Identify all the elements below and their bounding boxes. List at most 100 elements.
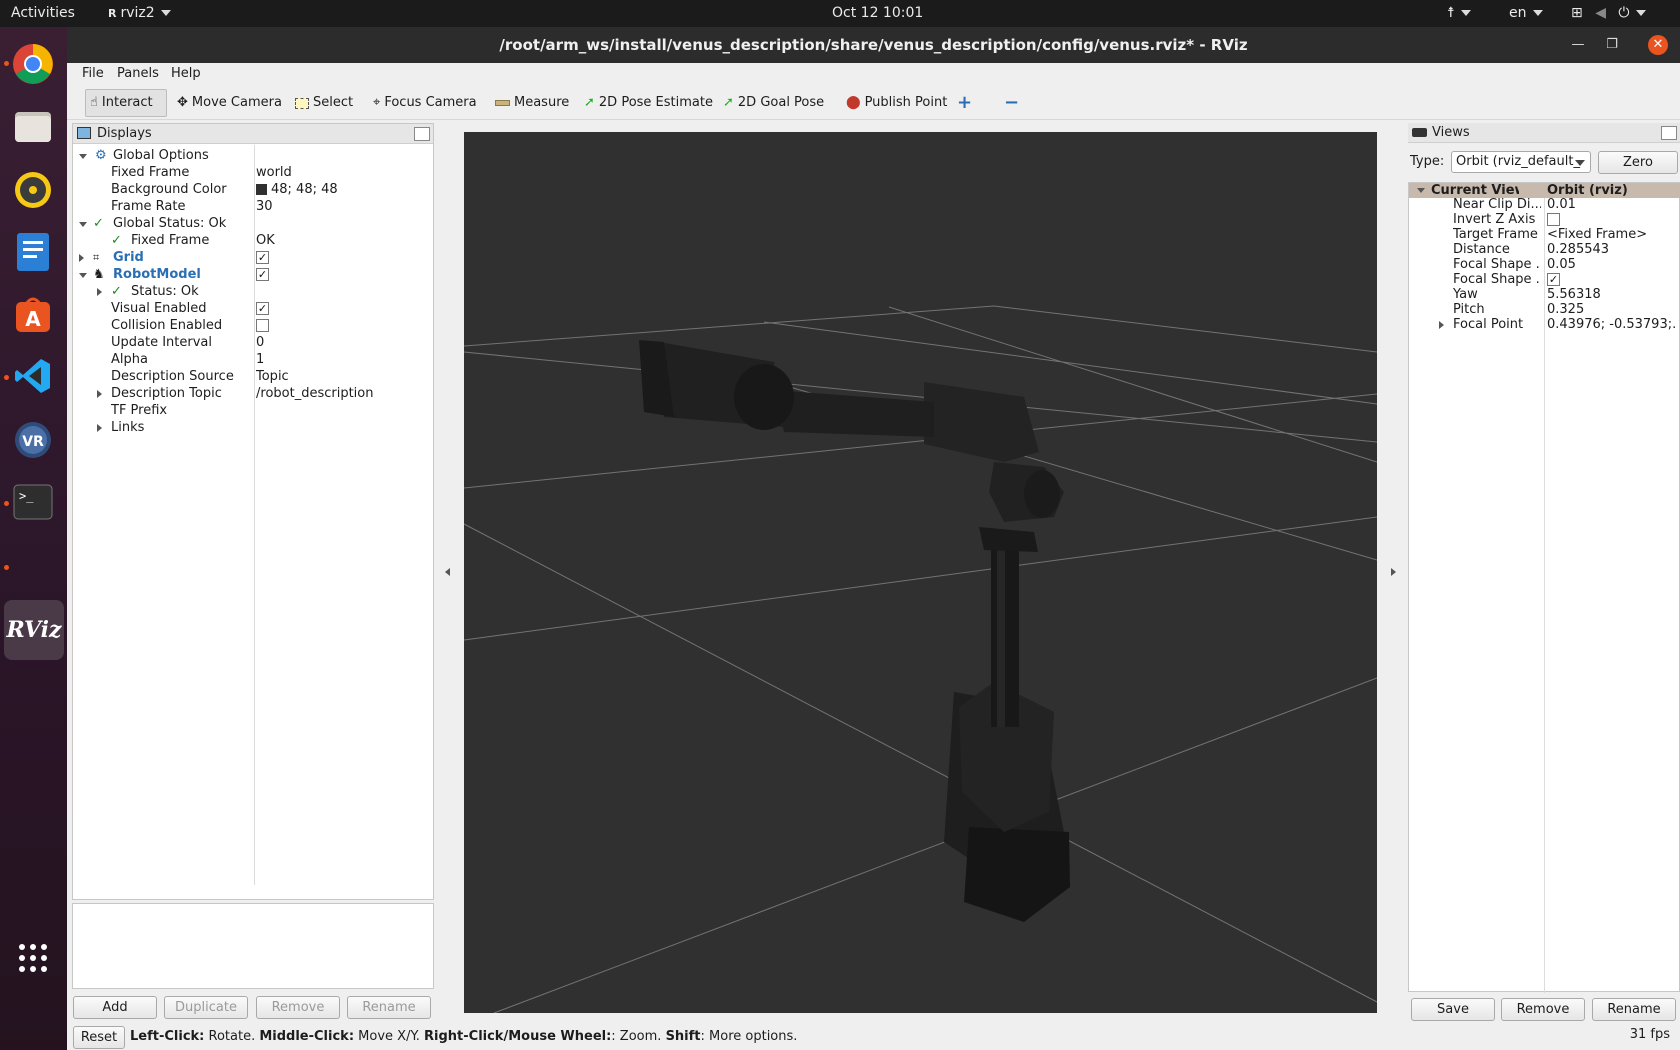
- measure-tool[interactable]: Measure: [491, 89, 569, 117]
- app-menu[interactable]: Rrviz2: [108, 0, 171, 27]
- tree-row-update-interval[interactable]: Update Interval 0: [73, 334, 433, 352]
- terminal-icon[interactable]: >_: [10, 479, 56, 525]
- render-viewport[interactable]: [463, 132, 1378, 1014]
- displays-panel: Displays ⚙ Global Options Fixed Frame wo…: [72, 123, 434, 900]
- expand-arrow-icon: [79, 273, 87, 278]
- invert-z-checkbox[interactable]: [1547, 213, 1560, 226]
- accessibility-menu[interactable]: ☨: [1447, 0, 1471, 27]
- tree-row-visual-enabled[interactable]: Visual Enabled ✓: [73, 300, 433, 318]
- views-panel: Views Type: Orbit (rviz_default_ Zero Cu…: [1408, 123, 1680, 993]
- zero-button[interactable]: Zero: [1598, 151, 1678, 174]
- add-tool-button[interactable]: +: [953, 89, 972, 117]
- clock[interactable]: Oct 12 10:01: [832, 0, 923, 27]
- activities-button[interactable]: Activities: [11, 0, 75, 27]
- grid-enabled-checkbox[interactable]: ✓: [256, 251, 269, 264]
- interact-tool[interactable]: ☝ Interact: [85, 89, 167, 117]
- tree-row-global-options[interactable]: ⚙ Global Options: [73, 147, 433, 165]
- view-row-distance[interactable]: Distance 0.285543: [1409, 242, 1680, 257]
- tree-row-links[interactable]: Links: [73, 419, 433, 437]
- view-row-invert-z[interactable]: Invert Z Axis: [1409, 212, 1680, 227]
- tree-row-fixed-frame[interactable]: Fixed Frame world: [73, 164, 433, 182]
- tree-row-alpha[interactable]: Alpha 1: [73, 351, 433, 369]
- goal-pose-tool[interactable]: ➚ 2D Goal Pose: [719, 89, 824, 117]
- focal-shape-fixed-checkbox[interactable]: ✓: [1547, 273, 1560, 286]
- vr-icon[interactable]: VR: [10, 417, 56, 463]
- view-row-focal-point[interactable]: Focal Point 0.43976; -0.53793;...: [1409, 317, 1680, 332]
- add-button[interactable]: Add: [73, 996, 157, 1019]
- writer-icon[interactable]: [10, 229, 56, 275]
- menu-help[interactable]: Help: [171, 66, 201, 81]
- select-tool[interactable]: Select: [291, 89, 353, 117]
- visual-enabled-checkbox[interactable]: ✓: [256, 302, 269, 315]
- reset-button[interactable]: Reset: [73, 1026, 125, 1049]
- tree-row-robotmodel[interactable]: ♞ RobotModel ✓: [73, 266, 433, 284]
- tree-row-frame-rate[interactable]: Frame Rate 30: [73, 198, 433, 216]
- tree-row-background-color[interactable]: Background Color 48; 48; 48: [73, 181, 433, 199]
- publish-point-tool[interactable]: ⬤ Publish Point: [842, 89, 947, 117]
- tree-row-grid[interactable]: ⌗ Grid ✓: [73, 249, 433, 267]
- svg-text:>_: >_: [19, 489, 34, 503]
- tree-row-status-fixed-frame[interactable]: ✓ Fixed Frame OK: [73, 232, 433, 250]
- tree-row-global-status[interactable]: ✓ Global Status: Ok: [73, 215, 433, 233]
- displays-header: Displays: [73, 124, 433, 144]
- save-view-button[interactable]: Save: [1411, 998, 1495, 1021]
- expand-arrow-icon: [1417, 188, 1425, 193]
- rhythmbox-icon[interactable]: [10, 167, 56, 213]
- camera-icon: [1412, 128, 1427, 137]
- view-row-pitch[interactable]: Pitch 0.325: [1409, 302, 1680, 317]
- duplicate-button[interactable]: Duplicate: [164, 996, 248, 1019]
- focus-camera-tool[interactable]: ⌖ Focus Camera: [369, 89, 477, 117]
- collapse-arrow-icon: [79, 254, 84, 262]
- scene-3d: [463, 305, 1378, 1014]
- collision-enabled-checkbox[interactable]: [256, 319, 269, 332]
- check-icon: ✓: [111, 233, 122, 248]
- remove-view-button[interactable]: Remove: [1501, 998, 1585, 1021]
- rename-display-button[interactable]: Rename: [347, 996, 431, 1019]
- close-icon[interactable]: ✕: [1648, 35, 1668, 55]
- top-bar: Activities Rrviz2 Oct 12 10:01 ☨ en ⊞ ◀ …: [0, 0, 1680, 27]
- view-row-near-clip[interactable]: Near Clip Di... 0.01: [1409, 197, 1680, 212]
- collapse-right-handle[interactable]: [1391, 568, 1396, 576]
- running-indicator: [4, 61, 9, 66]
- robotmodel-enabled-checkbox[interactable]: ✓: [256, 268, 269, 281]
- rviz-icon[interactable]: RViz: [4, 600, 64, 660]
- remove-tool-button[interactable]: −: [1000, 89, 1019, 117]
- panel-float-button[interactable]: [414, 127, 430, 141]
- expand-arrow-icon: [79, 222, 87, 227]
- view-row-target-frame[interactable]: Target Frame <Fixed Frame>: [1409, 227, 1680, 242]
- app-grid-icon[interactable]: [10, 935, 56, 981]
- view-type-select[interactable]: Orbit (rviz_default_: [1451, 151, 1591, 173]
- software-center-icon[interactable]: A: [10, 291, 56, 337]
- accessibility-icon: ☨: [1447, 5, 1455, 21]
- chevron-down-icon: [160, 10, 171, 16]
- vscode-icon[interactable]: [10, 353, 56, 399]
- collapse-arrow-icon: [97, 390, 102, 398]
- tree-row-description-topic[interactable]: Description Topic /robot_description: [73, 385, 433, 403]
- pose-estimate-tool[interactable]: ➚ 2D Pose Estimate: [580, 89, 713, 117]
- green-arrow-icon: ➚: [723, 95, 734, 110]
- system-menu[interactable]: ⊞ ◀ ⏻: [1571, 0, 1646, 27]
- current-view-row[interactable]: Current View Orbit (rviz): [1409, 183, 1680, 198]
- robot-arm-model: [639, 340, 1070, 922]
- move-camera-tool[interactable]: ✥ Move Camera: [173, 89, 282, 117]
- menu-file[interactable]: File: [82, 66, 104, 81]
- files-icon[interactable]: [10, 103, 56, 149]
- minimize-icon[interactable]: —: [1568, 35, 1588, 55]
- chrome-icon[interactable]: [10, 41, 56, 87]
- maximize-icon[interactable]: ❐: [1602, 35, 1622, 55]
- tree-row-collision-enabled[interactable]: Collision Enabled: [73, 317, 433, 335]
- tree-row-tf-prefix[interactable]: TF Prefix: [73, 402, 433, 420]
- tree-row-description-source[interactable]: Description Source Topic: [73, 368, 433, 386]
- collapse-left-handle[interactable]: [445, 568, 450, 576]
- window-titlebar[interactable]: /root/arm_ws/install/venus_description/s…: [67, 27, 1680, 63]
- view-row-focal-shape-fixed[interactable]: Focal Shape ... ✓: [1409, 272, 1680, 287]
- rename-view-button[interactable]: Rename: [1592, 998, 1676, 1021]
- menu-panels[interactable]: Panels: [117, 66, 159, 81]
- tree-row-status-ok[interactable]: ✓ Status: Ok: [73, 283, 433, 301]
- view-row-focal-shape-size[interactable]: Focal Shape ... 0.05: [1409, 257, 1680, 272]
- color-swatch[interactable]: [256, 184, 267, 195]
- remove-display-button[interactable]: Remove: [256, 996, 340, 1019]
- language-menu[interactable]: en: [1509, 0, 1543, 27]
- panel-float-button[interactable]: [1661, 126, 1677, 140]
- view-row-yaw[interactable]: Yaw 5.56318: [1409, 287, 1680, 302]
